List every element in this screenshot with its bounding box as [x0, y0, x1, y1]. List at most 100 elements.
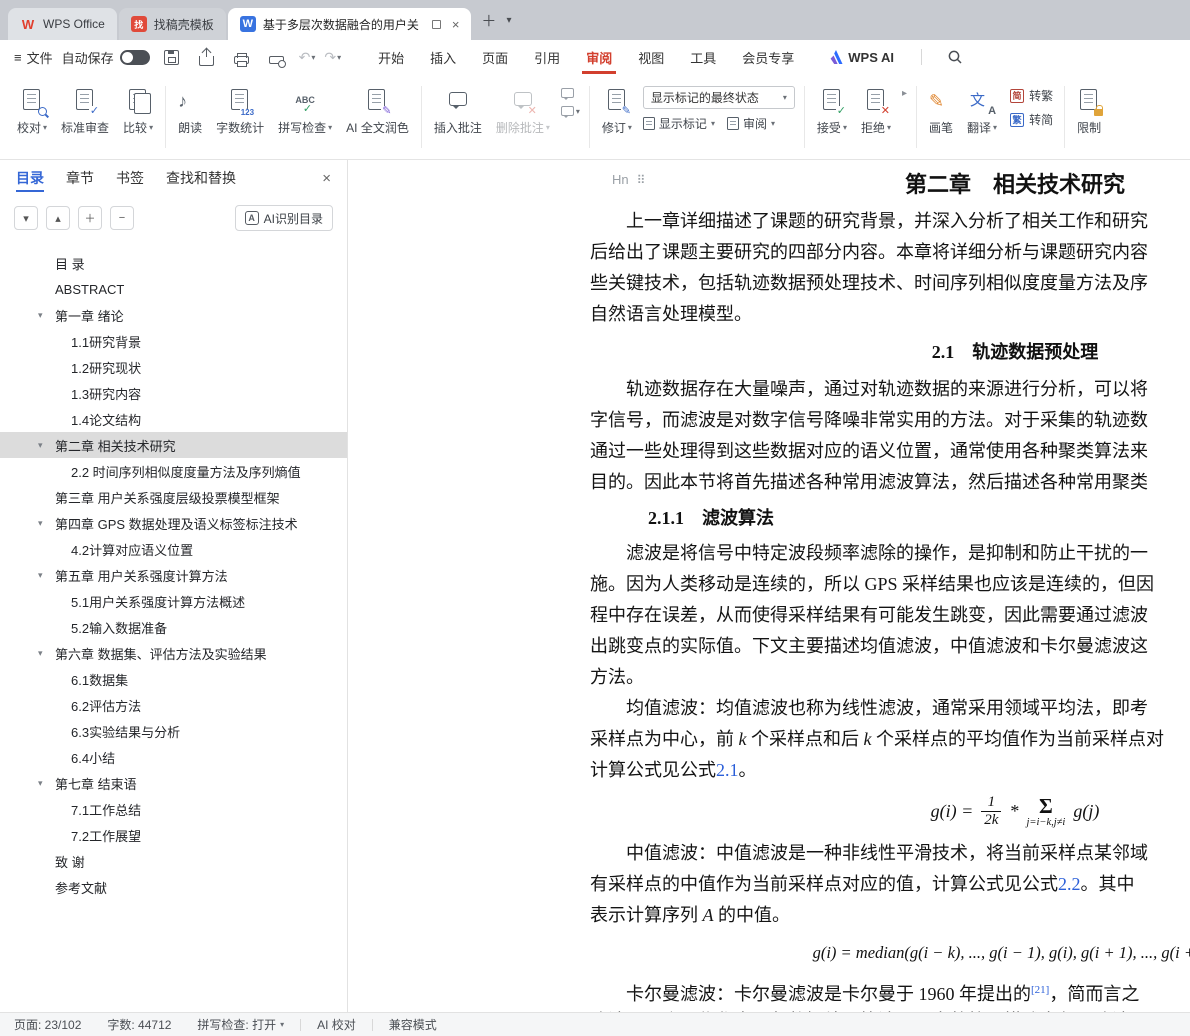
- redo-icon[interactable]: ↷: [324, 49, 336, 66]
- autosave-toggle[interactable]: [120, 50, 150, 65]
- previous-comment-button[interactable]: [561, 88, 580, 98]
- tab-current-document[interactable]: W 基于多层次数据融合的用户关 ×: [228, 8, 472, 40]
- tab-bar-controls: ＋ ▾: [471, 0, 521, 40]
- tab-list-chevron-icon[interactable]: ▾: [506, 15, 511, 26]
- menu-tab[interactable]: 插入: [430, 40, 456, 74]
- collapse-triangle-icon[interactable]: ▾: [38, 570, 55, 581]
- toc-item[interactable]: ▾ 第四章 GPS 数据处理及语义标签标注技术: [0, 510, 347, 536]
- compare-button[interactable]: 比较▾: [116, 84, 160, 138]
- restrict-edit-button[interactable]: 限制: [1070, 84, 1108, 138]
- undo-icon[interactable]: ↶: [299, 49, 311, 66]
- page-indicator[interactable]: 页面: 23/102: [14, 1016, 81, 1033]
- collapse-triangle-icon[interactable]: ▾: [38, 310, 55, 321]
- track-changes-button[interactable]: ✎ 修订▾: [595, 84, 639, 138]
- search-button[interactable]: [947, 49, 963, 65]
- menu-tab[interactable]: 会员专享: [742, 40, 794, 74]
- next-comment-button[interactable]: ▾: [561, 106, 580, 116]
- toc-item[interactable]: ▾ 5.2输入数据准备: [0, 614, 347, 640]
- ai-proofread-button[interactable]: AI 校对: [317, 1016, 356, 1033]
- toc-item[interactable]: ▾ 5.1用户关系强度计算方法概述: [0, 588, 347, 614]
- toc-item[interactable]: ▾ 7.2工作展望: [0, 822, 347, 848]
- reject-change-button[interactable]: ✕ 拒绝▾: [854, 84, 898, 138]
- close-tab-icon[interactable]: ×: [452, 17, 460, 32]
- spell-check-button[interactable]: ABC✓ 拼写检查▾: [271, 84, 339, 138]
- collapse-level-button[interactable]: −: [110, 206, 134, 230]
- toc-item[interactable]: ▾ 6.4小结: [0, 744, 347, 770]
- collapse-triangle-icon[interactable]: ▾: [38, 440, 55, 451]
- word-count-indicator[interactable]: 字数: 44712: [107, 1016, 171, 1033]
- redo-dropdown-icon[interactable]: ▾: [337, 53, 341, 62]
- toc-item[interactable]: ▾ 6.2评估方法: [0, 692, 347, 718]
- toc-item[interactable]: ▾ 第二章 相关技术研究: [0, 432, 347, 458]
- wps-ai-button[interactable]: WPS AI: [829, 50, 894, 65]
- print-button[interactable]: [229, 45, 255, 69]
- save-button[interactable]: [159, 45, 185, 69]
- toc-item[interactable]: ▾ 4.2计算对应语义位置: [0, 536, 347, 562]
- sidebar-tab[interactable]: 查找和替换: [166, 160, 236, 196]
- expand-all-button[interactable]: ▾: [14, 206, 38, 230]
- show-markup-button[interactable]: 显示标记 ▾: [643, 115, 715, 132]
- insert-comment-button[interactable]: 插入批注: [427, 84, 489, 138]
- toc-item[interactable]: ▾ 第三章 用户关系强度层级投票模型框架: [0, 484, 347, 510]
- restore-window-icon[interactable]: [432, 20, 441, 29]
- review-pane-button[interactable]: 审阅 ▾: [727, 115, 775, 132]
- toc-item[interactable]: ▾ 1.2研究现状: [0, 354, 347, 380]
- toc-item[interactable]: ▾ 目 录: [0, 250, 347, 276]
- markup-state-select[interactable]: 显示标记的最终状态 ▾: [643, 86, 795, 109]
- export-button[interactable]: [194, 45, 220, 69]
- toc-item[interactable]: ▾ 7.1工作总结: [0, 796, 347, 822]
- collapse-triangle-icon[interactable]: ▾: [38, 518, 55, 529]
- toc-item[interactable]: ▾ 1.3研究内容: [0, 380, 347, 406]
- collapse-all-button[interactable]: ▴: [46, 206, 70, 230]
- to-traditional-button[interactable]: 简 转繁: [1010, 87, 1053, 104]
- print-preview-button[interactable]: [264, 45, 290, 69]
- toc-item[interactable]: ▾ 第一章 绪论: [0, 302, 347, 328]
- menu-tab[interactable]: 视图: [638, 40, 664, 74]
- toc-item[interactable]: ▾ 参考文献: [0, 874, 347, 900]
- toc-item[interactable]: ▾ 1.4论文结构: [0, 406, 347, 432]
- menu-tab[interactable]: 工具: [690, 40, 716, 74]
- toc-item[interactable]: ▾ 1.1研究背景: [0, 328, 347, 354]
- file-menu-button[interactable]: ≡ 文件: [14, 48, 53, 67]
- document-canvas[interactable]: Hn ⠿ 第二章 相关技术研究 上一章详细描述了课题的研究背景，并深入分析了相关…: [348, 160, 1190, 1012]
- tab-template-doc[interactable]: 找 找稿壳模板: [119, 8, 226, 40]
- next-revision-button[interactable]: ▸: [902, 88, 907, 99]
- toc-item[interactable]: ▾ 2.2 时间序列相似度度量方法及序列熵值: [0, 458, 347, 484]
- toc-item[interactable]: ▾ ABSTRACT: [0, 276, 347, 302]
- menu-tab[interactable]: 页面: [482, 40, 508, 74]
- collapse-triangle-icon[interactable]: ▾: [38, 648, 55, 659]
- close-sidebar-icon[interactable]: ×: [322, 170, 331, 187]
- collapse-triangle-icon[interactable]: ▾: [38, 778, 55, 789]
- ink-pen-button[interactable]: ✎ 画笔: [922, 84, 960, 138]
- spell-check-status[interactable]: 拼写检查: 打开 ▾: [197, 1016, 284, 1033]
- read-aloud-button[interactable]: ♪ 朗读: [171, 84, 209, 138]
- toc-item[interactable]: ▾ 6.1数据集: [0, 666, 347, 692]
- ai-recognize-toc-button[interactable]: A AI识别目录: [235, 205, 333, 231]
- tab-wps-office[interactable]: W WPS Office: [8, 8, 117, 40]
- sidebar-tab[interactable]: 目录: [16, 160, 44, 196]
- track-changes-icon: ✎: [605, 88, 629, 114]
- word-count-button[interactable]: 123 字数统计: [209, 84, 271, 138]
- compat-mode-badge[interactable]: 兼容模式: [389, 1016, 437, 1033]
- menu-tab[interactable]: 引用: [534, 40, 560, 74]
- translate-button[interactable]: 文A 翻译▾: [960, 84, 1004, 138]
- delete-comment-button[interactable]: ✕ 删除批注▾: [489, 84, 557, 138]
- toc-item[interactable]: ▾ 致 谢: [0, 848, 347, 874]
- document-page[interactable]: 第二章 相关技术研究 上一章详细描述了课题的研究背景，并深入分析了相关工作和研究…: [590, 160, 1190, 1012]
- toc-item[interactable]: ▾ 第七章 结束语: [0, 770, 347, 796]
- sidebar-tab[interactable]: 章节: [66, 160, 94, 196]
- new-tab-button[interactable]: ＋: [481, 10, 496, 31]
- sidebar-tab[interactable]: 书签: [116, 160, 144, 196]
- to-simplified-button[interactable]: 繁 转简: [1010, 111, 1053, 128]
- proofread-button[interactable]: 校对▾: [10, 84, 54, 138]
- expand-level-button[interactable]: ＋: [78, 206, 102, 230]
- menu-tab[interactable]: 开始: [378, 40, 404, 74]
- toc-item[interactable]: ▾ 第六章 数据集、评估方法及实验结果: [0, 640, 347, 666]
- menu-tab[interactable]: 审阅: [586, 40, 612, 74]
- undo-dropdown-icon[interactable]: ▾: [311, 53, 315, 62]
- ai-polish-button[interactable]: ✎ AI 全文润色: [339, 84, 416, 138]
- accept-change-button[interactable]: ✓ 接受▾: [810, 84, 854, 138]
- standard-review-button[interactable]: ✓ 标准审查: [54, 84, 116, 138]
- toc-item[interactable]: ▾ 6.3实验结果与分析: [0, 718, 347, 744]
- toc-item[interactable]: ▾ 第五章 用户关系强度计算方法: [0, 562, 347, 588]
